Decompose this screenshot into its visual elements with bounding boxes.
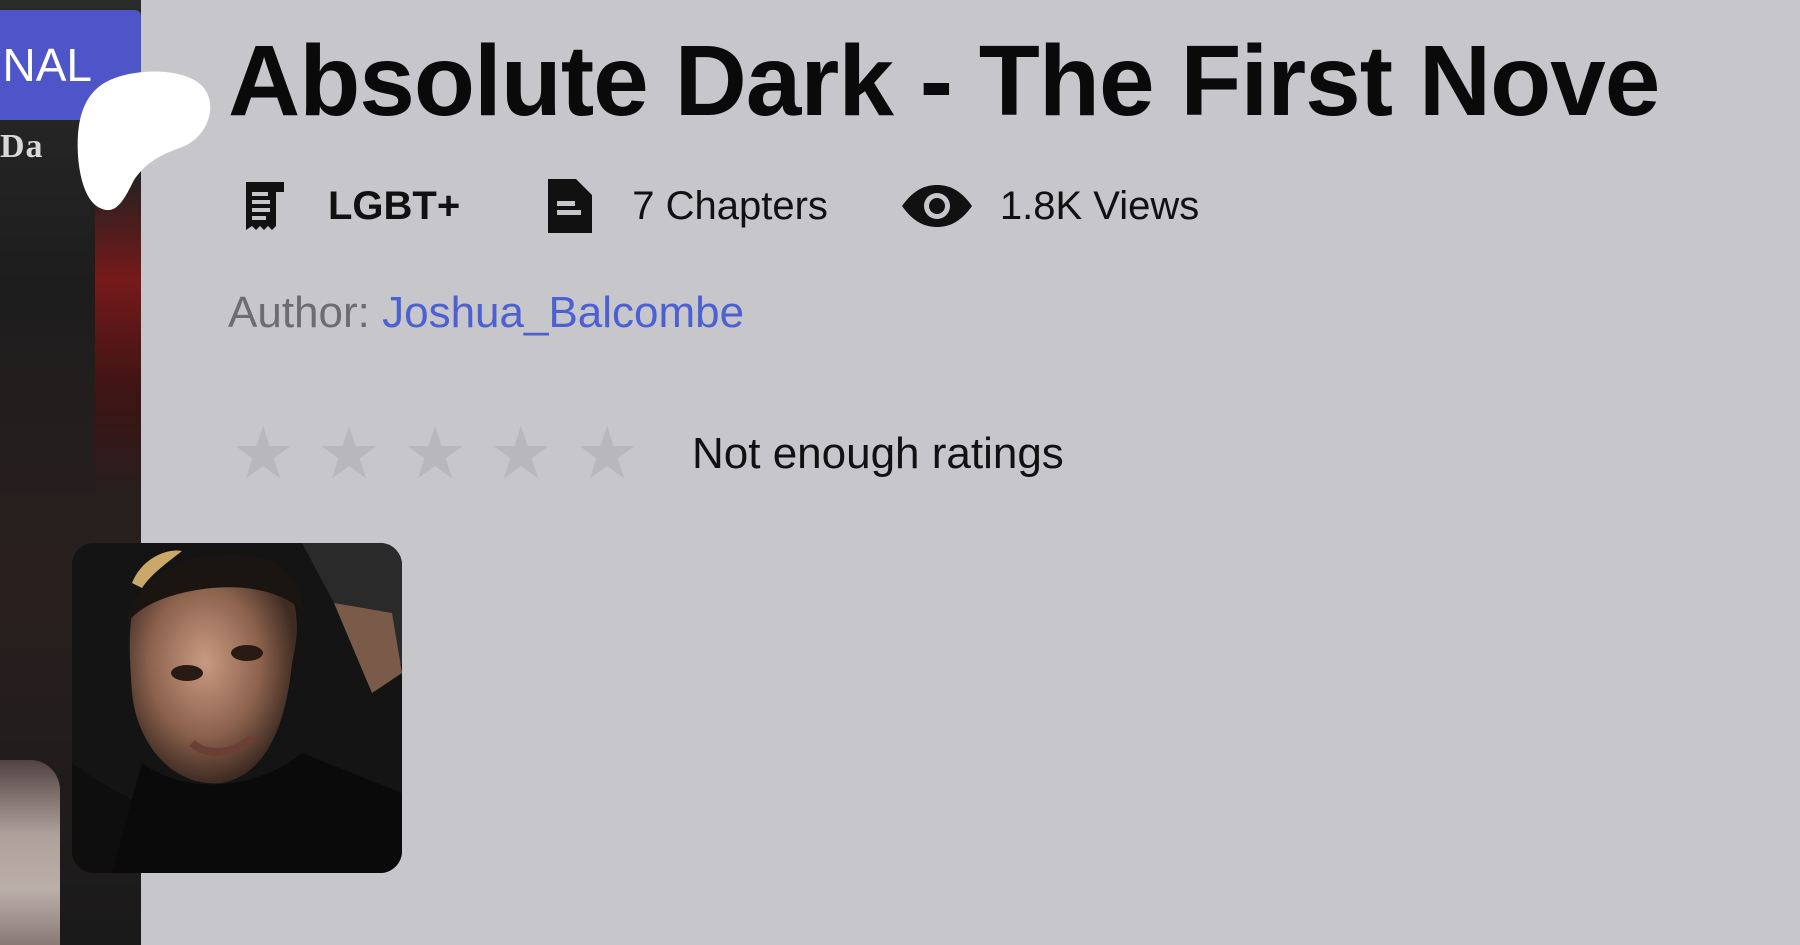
author-label: Author: [228, 288, 383, 337]
document-icon [548, 179, 593, 233]
cover-art-figure [0, 760, 60, 945]
rating-row: ★ ★ ★ ★ ★ Not enough ratings [228, 418, 1064, 490]
chapters-count: 7 Chapters [544, 177, 828, 235]
receipt-icon [246, 182, 284, 230]
book-meta: LGBT+ 7 Chapters 1.8K Views [240, 178, 1199, 234]
avatar-photo [72, 543, 402, 873]
views-count: 1.8K Views [900, 183, 1199, 229]
star-icon[interactable]: ★ [314, 418, 384, 490]
author-avatar[interactable] [72, 543, 402, 873]
star-icon[interactable]: ★ [228, 418, 298, 490]
genre-tag[interactable]: LGBT+ [240, 178, 460, 234]
star-icon[interactable]: ★ [572, 418, 642, 490]
star-icon[interactable]: ★ [400, 418, 470, 490]
rating-status: Not enough ratings [692, 429, 1064, 478]
author-line: Author: Joshua_Balcombe [228, 288, 744, 338]
star-icon[interactable]: ★ [486, 418, 556, 490]
views-label: 1.8K Views [999, 183, 1200, 228]
cover-title-text: Da [0, 128, 44, 165]
cover-art-streak [95, 170, 141, 500]
eye-icon [901, 185, 972, 227]
book-title: Absolute Dark - The First Nove [228, 25, 1660, 137]
chapters-label: 7 Chapters [632, 183, 828, 228]
pin-blob-icon [77, 71, 211, 211]
genre-label: LGBT+ [328, 183, 461, 228]
author-link[interactable]: Joshua_Balcombe [382, 288, 744, 337]
